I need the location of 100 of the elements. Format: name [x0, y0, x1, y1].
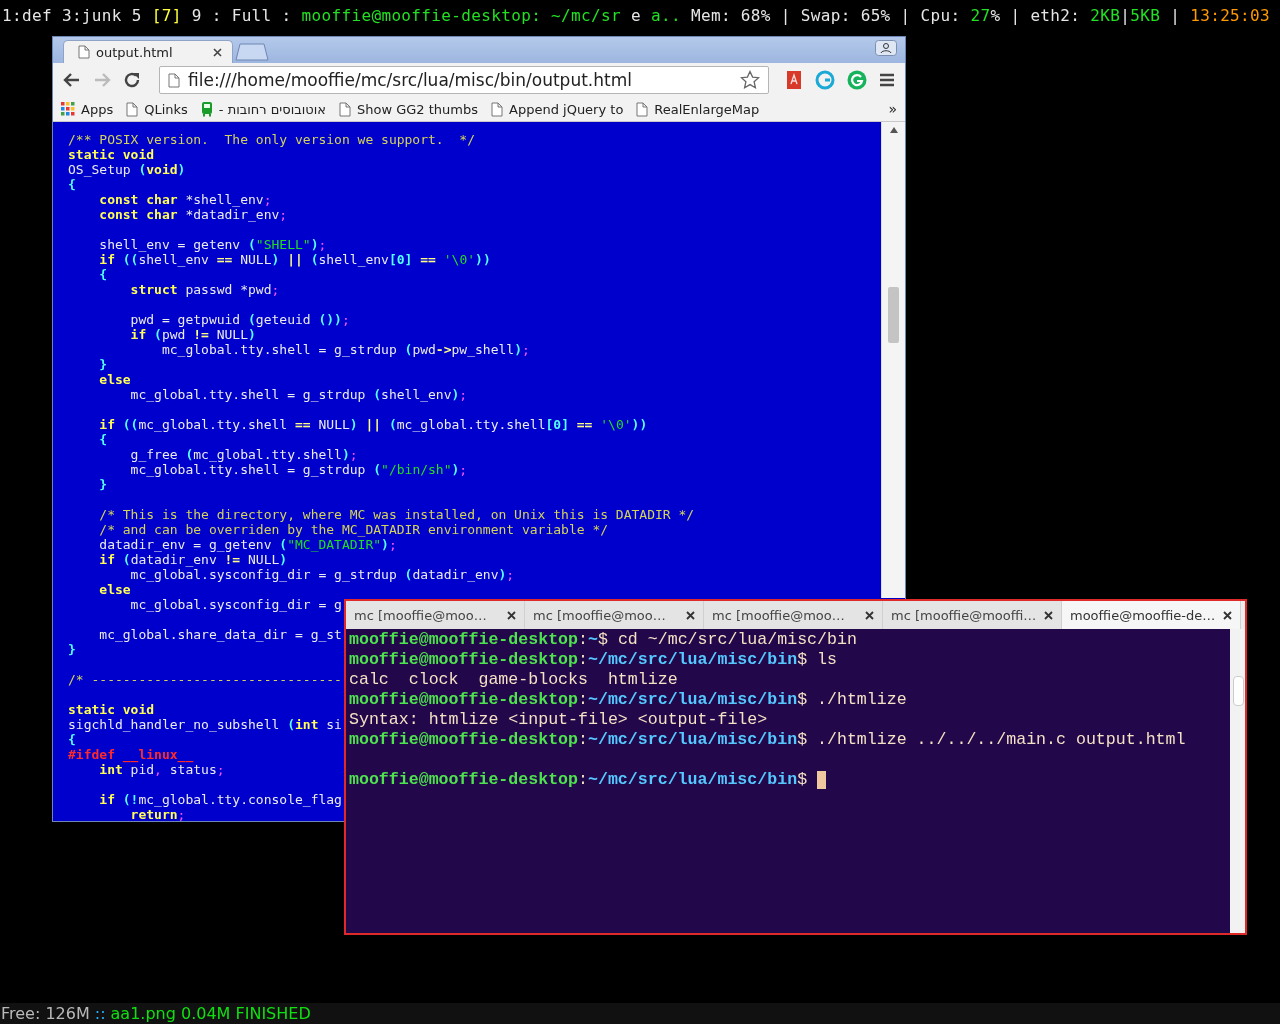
page-icon [126, 101, 139, 117]
code-line: } [68, 642, 76, 657]
code-line: /* This is the directory, where MC was installed, on Unix this is DATADIR */ [98, 507, 695, 522]
status-text: a.. [651, 5, 681, 25]
bookmark-item[interactable]: Append jQuery to [491, 101, 624, 117]
terminal-line: Syntax: htmlize <input-file> <output-file> [349, 710, 768, 730]
terminal-tab[interactable]: mc [mooffie@mooffi… [883, 601, 1062, 629]
code-line: const char *shell_env; [98, 192, 272, 207]
code-line: { [98, 267, 108, 282]
code-line: static void [68, 147, 155, 162]
terminal-tab[interactable]: mc [mooffie@moo… [704, 601, 883, 629]
code-line: struct passwd *pwd; [129, 282, 280, 297]
code-line: if (pwd != NULL) [129, 327, 256, 342]
scrollbar-thumb[interactable] [888, 287, 899, 343]
code-line: mc_global.sysconfig_dir = g [129, 597, 342, 612]
g-circle-icon[interactable] [847, 70, 867, 90]
page-icon [339, 101, 351, 117]
page-icon [78, 45, 90, 59]
code-line: g_free (mc_global.tty.shell); [129, 447, 358, 462]
status-text: e [631, 5, 641, 25]
code-line: /* and can be overriden by the MC_DATADIR environment variable */ [98, 522, 609, 537]
code-line: if ((mc_global.tty.shell == NULL) || (mc_global.tty.shell[0] == '\0')) [98, 417, 648, 432]
status-text: mooffie@mooffie-desktop: ~/mc/sr [301, 5, 621, 25]
status-text: 27 [970, 5, 991, 25]
terminal-line: mooffie@mooffie-desktop:~/mc/src/lua/misc/bin$ ./htmlize [349, 690, 907, 710]
scrollbar-thumb[interactable] [1233, 676, 1244, 706]
scroll-up-icon[interactable] [890, 127, 898, 133]
code-line: else [98, 372, 131, 387]
book-icon[interactable] [785, 70, 803, 90]
terminal-tab[interactable]: mc [mooffie@moo… [525, 601, 704, 629]
more-bookmarks-chevron[interactable]: » [888, 101, 897, 117]
code-line: mc_global.share_data_dir = g_st [98, 627, 342, 642]
status-text: 13:25:03 [1190, 5, 1271, 25]
star-icon[interactable] [740, 70, 760, 90]
status-text: | [1120, 5, 1131, 25]
code-line: const char *datadir_env; [98, 207, 288, 222]
code-line: } [98, 477, 108, 492]
code-line: static void [68, 702, 155, 717]
code-line: { [68, 732, 76, 747]
reload-icon[interactable] [123, 71, 141, 89]
user-icon[interactable] [875, 40, 897, 56]
code-line: #ifdef __linux__ [68, 747, 194, 762]
status-text: aa1.png 0.04M FINISHED [110, 1004, 311, 1023]
bookmark-item[interactable]: RealEnlargeMap [636, 101, 760, 117]
code-line: datadir_env = g_getenv ("MC_DATADIR"); [98, 537, 397, 552]
status-text: | [1170, 5, 1181, 25]
code-line: { [98, 432, 108, 447]
code-line: mc_global.sysconfig_dir = g_strdup (datadir_env); [129, 567, 515, 582]
code-line: int pid, status; [98, 762, 225, 777]
bookmark-item[interactable]: QLinks [126, 101, 188, 117]
code-line: shell_env = getenv ("SHELL"); [98, 237, 327, 252]
page-icon [491, 101, 503, 117]
code-line: /* -------------------------------- [68, 672, 342, 687]
code-line: OS_Setup (void) [68, 162, 186, 177]
code-line: mc_global.tty.shell = g_strdup ("/bin/sh"); [129, 462, 468, 477]
status-text: 9 : Full : [191, 5, 292, 25]
apps-grid-icon [61, 102, 75, 116]
status-text: % | eth2: [990, 5, 1081, 25]
code-line: mc_global.tty.shell = g_strdup (shell_env); [129, 387, 468, 402]
terminal-line: mooffie@mooffie-desktop:~/mc/src/lua/misc/bin$ ./htmlize ../../../main.c output.html [349, 730, 1186, 750]
status-text: :: [94, 1004, 106, 1023]
bus-icon [200, 101, 213, 117]
terminal-line: mooffie@mooffie-desktop:~/mc/src/lua/misc/bin$ [349, 770, 827, 790]
code-line: mc_global.tty.shell = g_strdup (pwd->pw_shell); [160, 342, 530, 357]
close-icon[interactable] [865, 610, 874, 620]
browser-tab[interactable]: output.html [63, 40, 233, 63]
code-line: if ((shell_env == NULL) || (shell_env[0] == '\0')) [98, 252, 491, 267]
status-text: Free: 126M [1, 1004, 90, 1023]
code-line: sigchld_handler_no_subshell (int si [68, 717, 342, 732]
close-icon[interactable] [1223, 610, 1232, 620]
close-icon[interactable] [213, 47, 222, 57]
close-icon[interactable] [1044, 610, 1053, 620]
code-line: } [98, 357, 108, 372]
code-line: else [98, 582, 131, 597]
code-line: return; [129, 807, 186, 821]
code-line: /** POSIX version. The only version we support. */ [68, 132, 475, 147]
terminal-tab[interactable]: mc [mooffie@moo… [346, 601, 525, 629]
address-field[interactable]: file:///home/mooffie/mc/src/lua/misc/bin/output.html [159, 66, 769, 94]
menu-icon[interactable] [879, 73, 895, 87]
close-icon[interactable] [507, 610, 516, 620]
bookmark-item[interactable]: אוטובוסים רחובות - [200, 101, 326, 117]
status-text: Mem: 68% | Swap: 65% | Cpu: [690, 5, 961, 25]
back-arrow-icon[interactable] [63, 72, 81, 88]
scrollbar[interactable] [881, 122, 905, 598]
terminal-line: mooffie@mooffie-desktop:~$ cd ~/mc/src/lua/misc/bin [349, 630, 857, 650]
terminal-line: calc clock game-blocks htmlize [349, 670, 678, 690]
status-text: 5KB [1130, 5, 1161, 25]
bookmark-item[interactable]: Show GG2 thumbs [339, 101, 478, 117]
code-line: pwd = getpwuid (geteuid ()); [129, 312, 350, 327]
status-text: 1:def 3:junk 5 [2, 5, 142, 25]
status-text: 2KB [1090, 5, 1121, 25]
status-text: [7] [151, 5, 182, 25]
code-line: if (!mc_global.tty.console_flag [98, 792, 342, 807]
close-icon[interactable] [686, 610, 695, 620]
page-icon [168, 72, 180, 88]
page-icon [636, 101, 649, 117]
scrollbar[interactable] [1230, 629, 1245, 933]
bookmark-item[interactable]: Apps [61, 101, 114, 117]
terminal-tab[interactable]: mooffie@mooffie-de… [1062, 601, 1241, 629]
code-line: { [68, 177, 76, 192]
